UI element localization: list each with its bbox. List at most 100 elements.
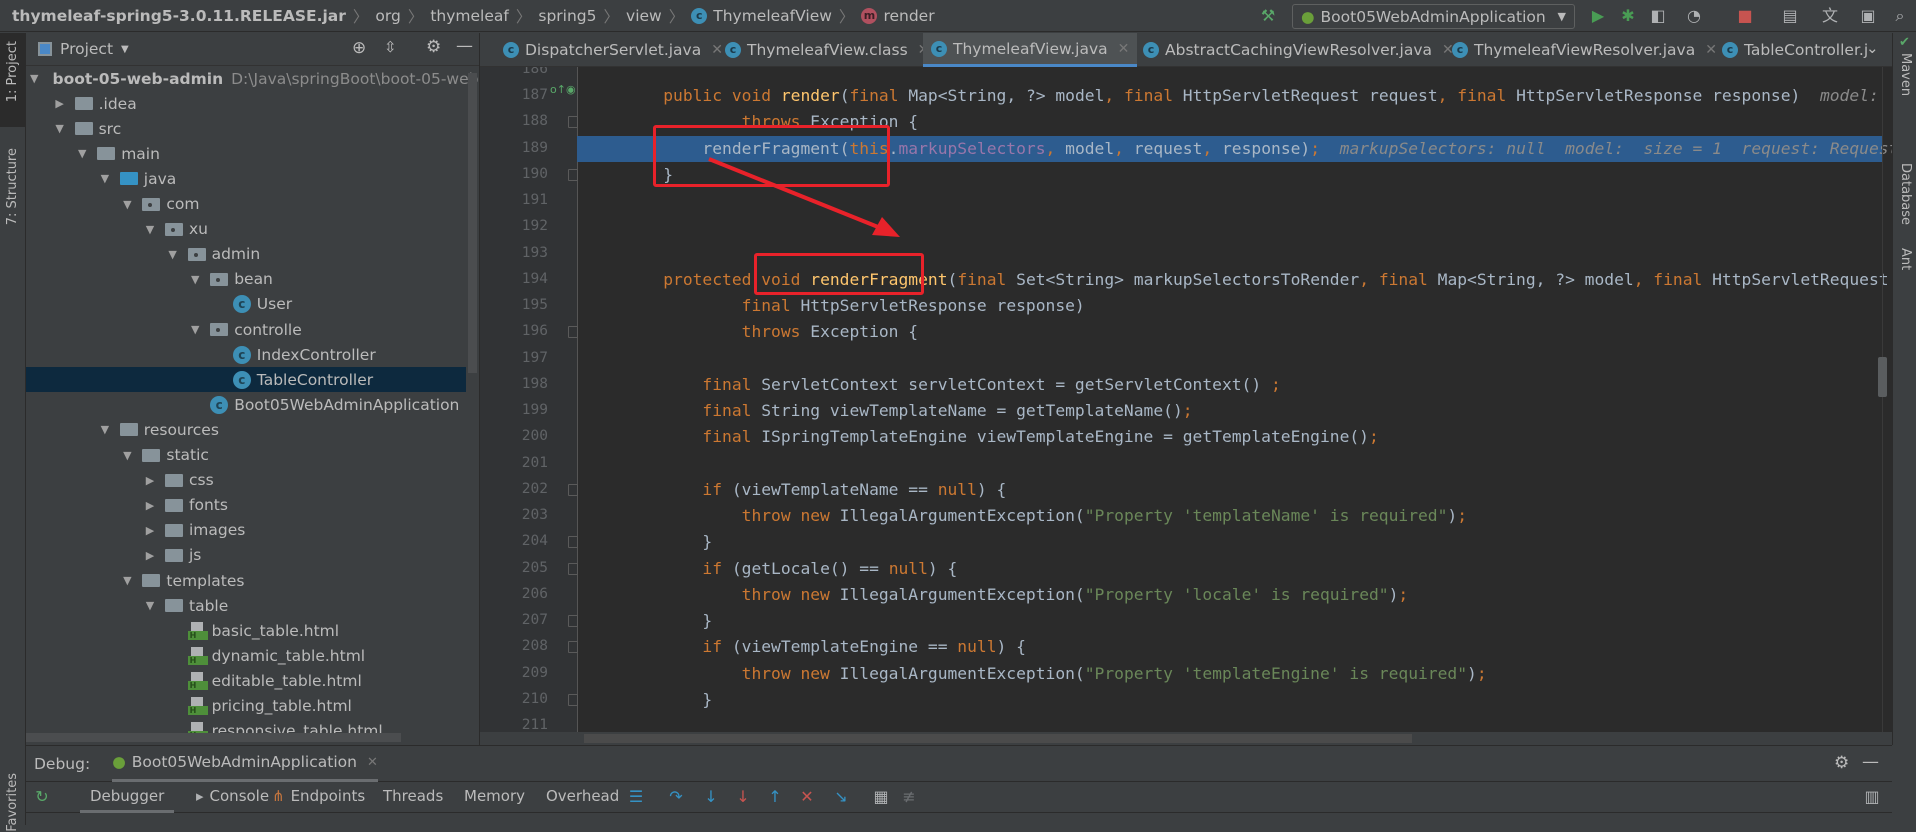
tree-item[interactable]: c Boot05WebAdminApplication	[26, 392, 466, 417]
editor-hscrollbar[interactable]	[584, 734, 1412, 743]
run-configuration-select[interactable]: ● Boot05WebAdminApplication ▼	[1292, 4, 1575, 29]
tree-item[interactable]: ▼ com	[26, 192, 466, 217]
project-scrollbar[interactable]	[468, 73, 477, 373]
chevron-down-icon[interactable]: ▼	[121, 44, 129, 55]
stop-icon[interactable]: ■	[1735, 6, 1755, 26]
tab-endpoints[interactable]: ⋔ Endpoints	[272, 787, 365, 805]
tree-item[interactable]: c IndexController	[26, 342, 466, 367]
tree-item[interactable]: ▶ images	[26, 518, 466, 543]
gear-icon[interactable]: ⚙	[426, 37, 441, 57]
breadcrumb-method[interactable]: m render	[861, 7, 935, 25]
close-icon[interactable]: ✕	[367, 755, 378, 770]
drop-frame-icon[interactable]: ✕	[797, 787, 817, 806]
collapsed-arrow-icon[interactable]: ▶	[53, 97, 67, 110]
tree-item[interactable]: c TableController	[26, 367, 466, 393]
chevron-down-icon[interactable]: ⌄	[1866, 39, 1879, 57]
expanded-arrow-icon[interactable]: ▼	[98, 172, 112, 185]
profile-icon[interactable]: ◔	[1684, 6, 1704, 26]
evaluate-expression-icon[interactable]: ▦	[871, 787, 891, 806]
tree-item[interactable]: ▼ xu	[26, 217, 466, 242]
tree-item[interactable]: ▼ main	[26, 141, 466, 166]
tab-debugger[interactable]: Debugger	[80, 782, 175, 813]
collapsed-arrow-icon[interactable]: ▶	[143, 499, 157, 512]
expanded-arrow-icon[interactable]: ▼	[188, 273, 202, 286]
tree-item[interactable]: editable_table.html	[26, 668, 466, 693]
breadcrumb-spring5[interactable]: spring5	[538, 7, 596, 25]
run-to-cursor-icon[interactable]: ↘	[831, 787, 851, 806]
tab-thymeleafview-class[interactable]: cThymeleafView.class✕	[717, 33, 937, 67]
expanded-arrow-icon[interactable]: ▼	[143, 599, 157, 612]
expanded-arrow-icon[interactable]: ▼	[98, 423, 112, 436]
hide-icon[interactable]: —	[1862, 752, 1879, 772]
project-view-select[interactable]: Project	[60, 40, 113, 58]
show-execution-point-icon[interactable]: ☰	[626, 787, 646, 806]
close-icon[interactable]: ✕	[1118, 41, 1130, 57]
tree-item[interactable]: ▼ src	[26, 116, 466, 141]
layout-icon[interactable]: ▥	[1862, 787, 1882, 806]
code-editor[interactable]: 186 187 188 189 190 191 192 193 194 195 196 197 198 1…	[480, 67, 1892, 732]
tree-item[interactable]: ▼ controlle	[26, 317, 466, 342]
tab-thymeleafviewresolver[interactable]: c ThymeleafViewResolver.java ✕	[1444, 33, 1725, 67]
tab-thymeleafview-java[interactable]: c ThymeleafView.java ✕	[923, 33, 1138, 67]
breadcrumb-class[interactable]: c ThymeleafView	[691, 7, 832, 25]
expanded-arrow-icon[interactable]: ▼	[143, 223, 157, 236]
trace-icon[interactable]: ≢	[899, 787, 919, 806]
tree-item[interactable]: ▼ resources	[26, 417, 466, 442]
hide-icon[interactable]: —	[456, 36, 473, 56]
breadcrumb-thymeleaf[interactable]: thymeleaf	[430, 7, 509, 25]
breadcrumb-view[interactable]: view	[626, 7, 662, 25]
tree-item[interactable]: ▼ admin	[26, 242, 466, 267]
run-icon[interactable]: ▶	[1588, 6, 1608, 26]
tab-overhead[interactable]: Overhead	[546, 787, 619, 805]
tree-item[interactable]: ▼ table	[26, 593, 466, 618]
project-structure-icon[interactable]: ▤	[1780, 6, 1800, 26]
rerun-icon[interactable]: ↻	[32, 787, 52, 806]
tab-dispatcherservlet[interactable]: c DispatcherServlet.java ✕	[495, 33, 731, 67]
expanded-arrow-icon[interactable]: ▼	[120, 198, 134, 211]
expanded-arrow-icon[interactable]: ▼	[120, 574, 134, 587]
maven-tool-button[interactable]: Maven	[1898, 53, 1913, 96]
collapsed-arrow-icon[interactable]: ▶	[143, 549, 157, 562]
gear-icon[interactable]: ⚙	[1834, 753, 1849, 773]
breadcrumb-jar[interactable]: thymeleaf-spring5-3.0.11.RELEASE.jar	[12, 7, 346, 25]
expanded-arrow-icon[interactable]: ▼	[53, 122, 67, 135]
tree-item[interactable]: ▼ java	[26, 166, 466, 191]
presentation-icon[interactable]: ▣	[1858, 6, 1878, 26]
tree-item[interactable]: dynamic_table.html	[26, 643, 466, 668]
tree-item[interactable]: ▶ fonts	[26, 493, 466, 518]
collapsed-arrow-icon[interactable]: ▶	[143, 474, 157, 487]
locate-icon[interactable]: ⊕	[352, 38, 366, 58]
expanded-arrow-icon[interactable]: ▼	[75, 147, 89, 160]
debug-bug-icon[interactable]: ✱	[1618, 6, 1638, 26]
search-icon[interactable]: ⌕	[1890, 6, 1910, 26]
tab-tablecontroller[interactable]: c TableController.j	[1714, 33, 1876, 67]
structure-tool-button[interactable]: 7: Structure	[5, 148, 20, 225]
tree-item[interactable]: pricing_table.html	[26, 694, 466, 719]
coverage-icon[interactable]: ◧	[1648, 6, 1668, 26]
tab-abstractcachingviewresolver[interactable]: c AbstractCachingViewResolver.java ✕	[1135, 33, 1462, 67]
tab-threads[interactable]: Threads	[383, 787, 443, 805]
expanded-arrow-icon[interactable]: ▼	[166, 248, 180, 261]
tree-item[interactable]: ▶ css	[26, 468, 466, 493]
tree-item[interactable]: ▶ js	[26, 543, 466, 568]
favorites-tool-button[interactable]: Favorites	[5, 773, 20, 832]
tree-item[interactable]: ▼ templates	[26, 568, 466, 593]
force-step-into-icon[interactable]: ↓	[733, 787, 753, 806]
debug-session-tab[interactable]: ● Boot05WebAdminApplication ✕	[112, 745, 378, 782]
breadcrumb-org[interactable]: org	[375, 7, 400, 25]
collapsed-arrow-icon[interactable]: ▶	[143, 524, 157, 537]
tab-console[interactable]: ▸ Console	[196, 787, 269, 805]
step-over-icon[interactable]: ↷	[666, 787, 686, 806]
tree-item[interactable]: ▶ .idea	[26, 91, 466, 116]
tree-item[interactable]: ▼ static	[26, 443, 466, 468]
collapse-all-icon[interactable]: ⇳	[384, 38, 397, 56]
ant-tool-button[interactable]: Ant	[1898, 248, 1913, 270]
expanded-arrow-icon[interactable]: ▼	[120, 449, 134, 462]
expanded-arrow-icon[interactable]: ▼	[188, 323, 202, 336]
tree-item[interactable]: c User	[26, 292, 466, 317]
project-tool-button[interactable]: 1: Project	[0, 33, 26, 127]
step-out-icon[interactable]: ↑	[765, 787, 785, 806]
tree-item[interactable]: ▼ bean	[26, 267, 466, 292]
expanded-arrow-icon[interactable]: ▼	[30, 72, 38, 85]
database-tool-button[interactable]: Database	[1898, 163, 1913, 225]
